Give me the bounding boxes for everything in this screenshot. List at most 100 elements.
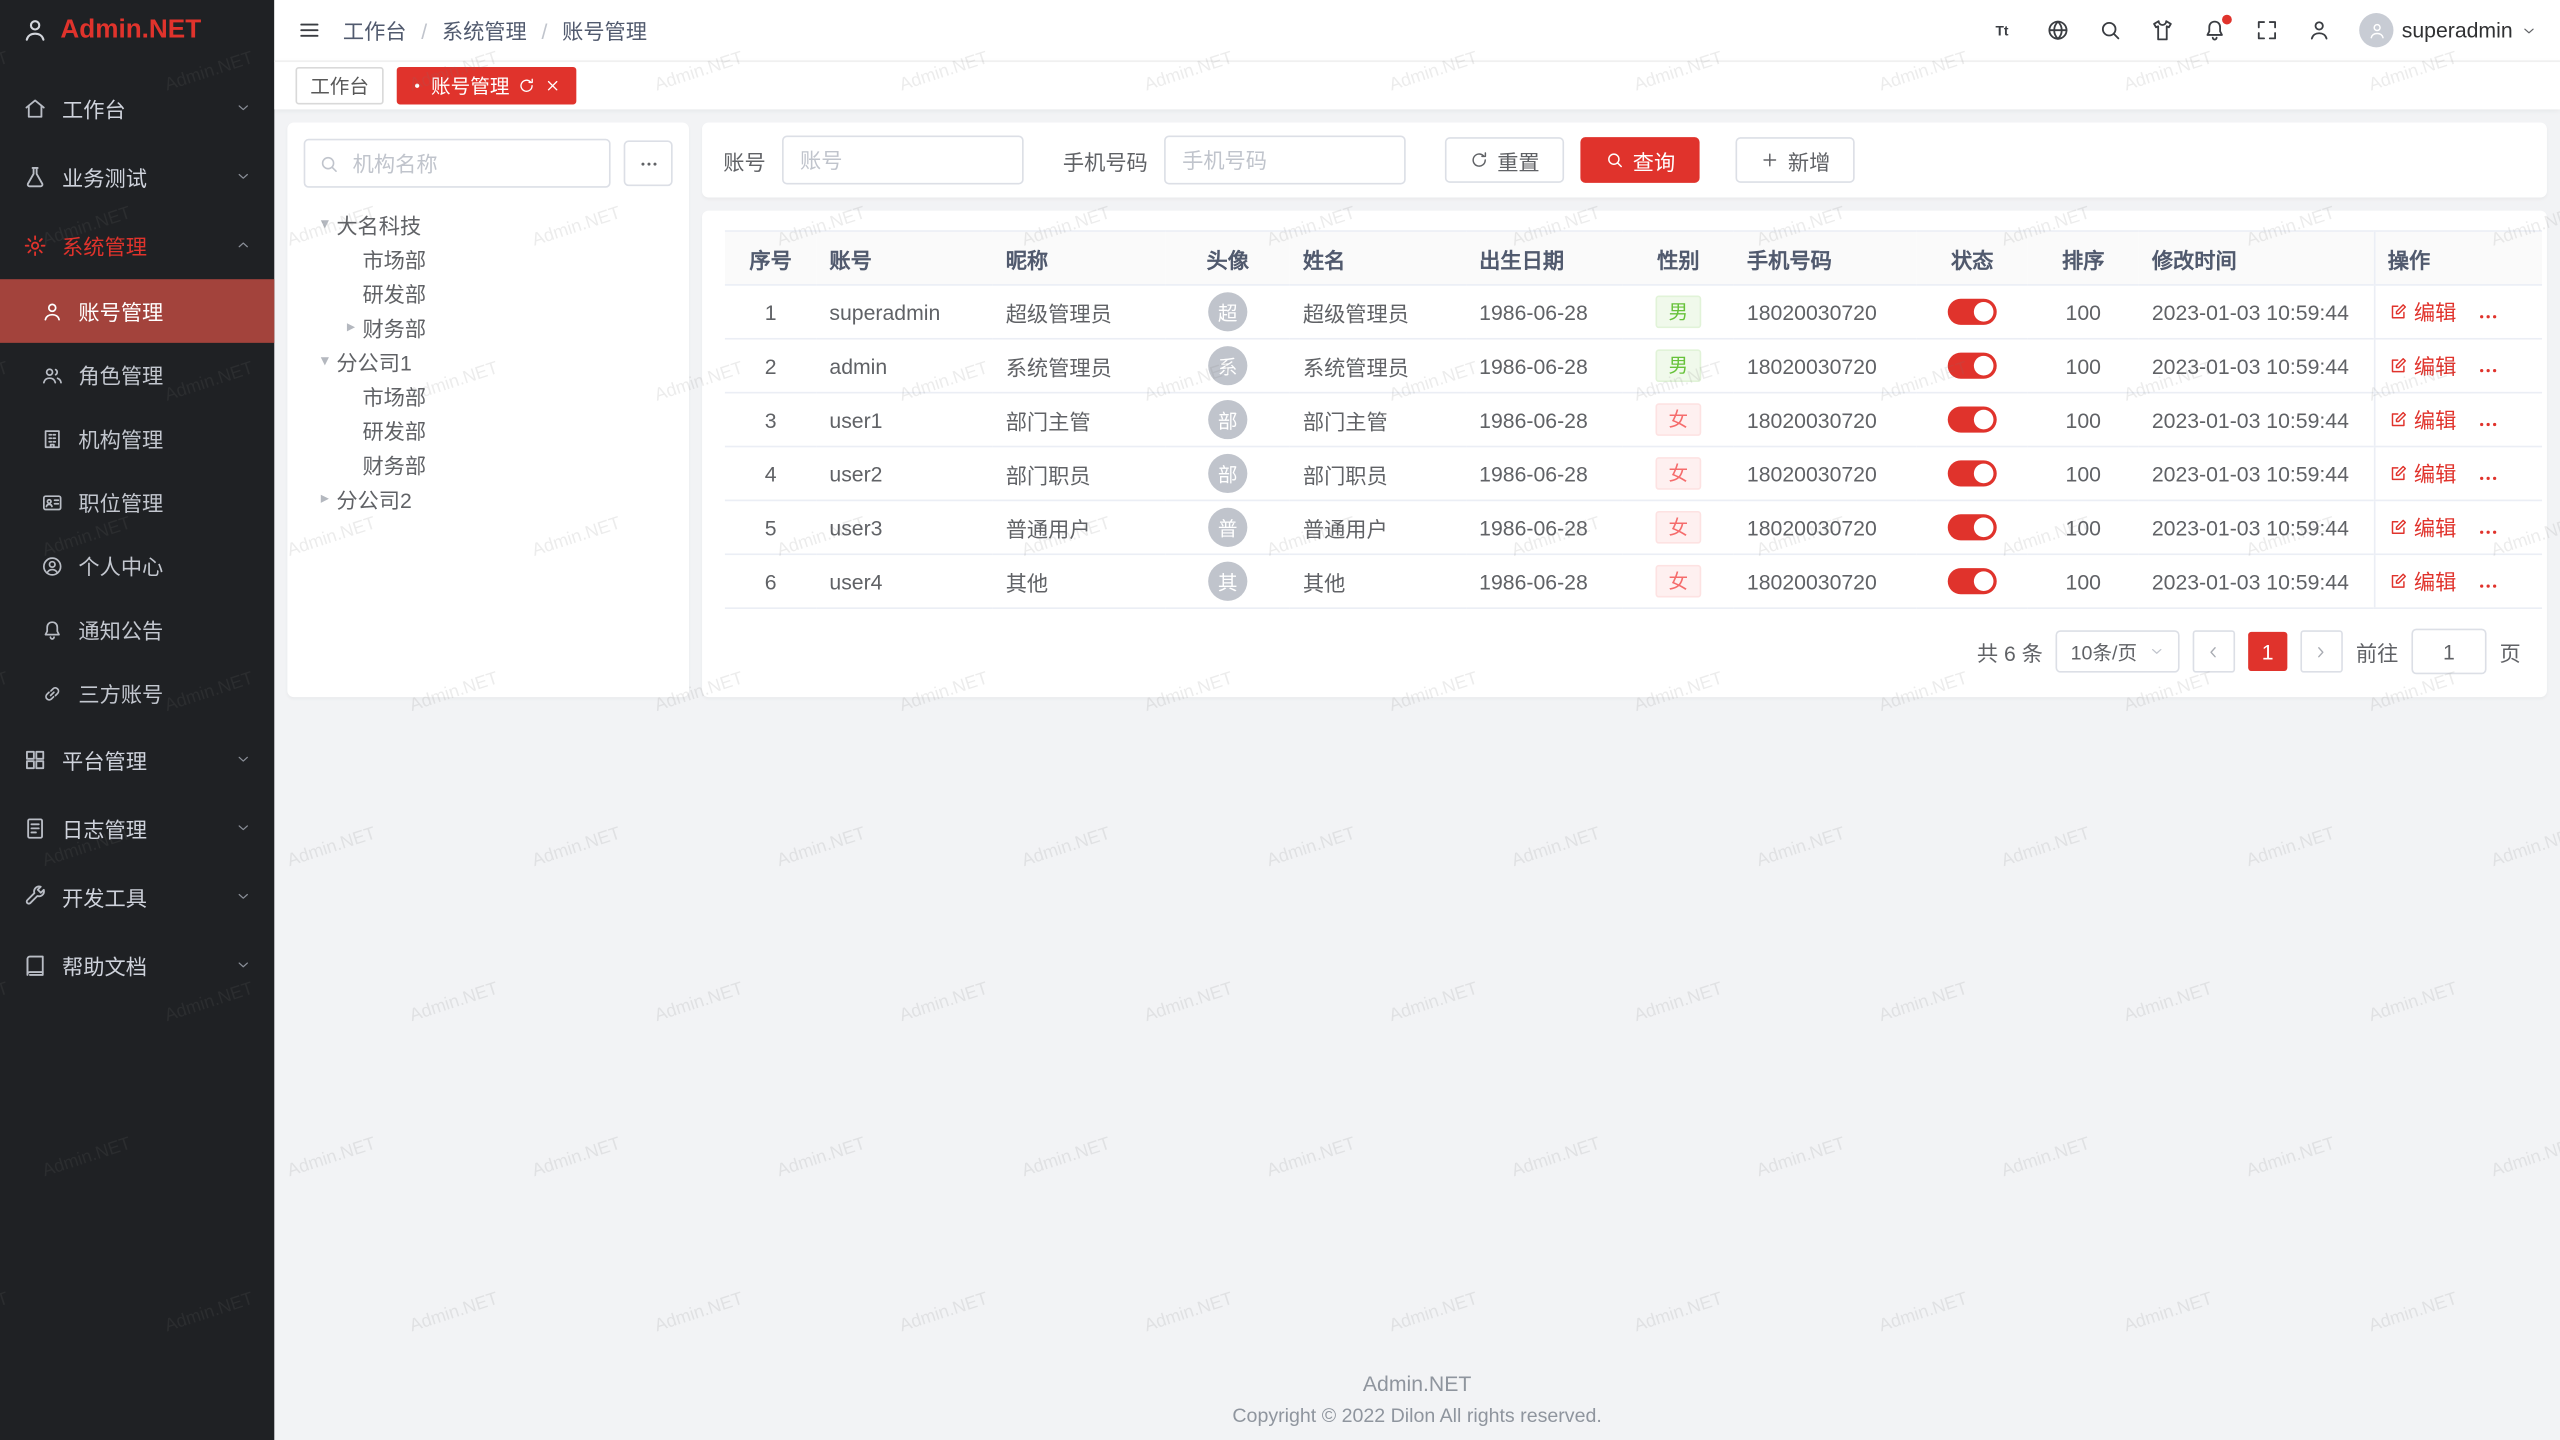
more-actions-button[interactable] [2476,305,2499,328]
notification-bell-icon[interactable] [2203,18,2227,42]
edit-button[interactable]: 编辑 [2388,404,2457,435]
column-header: 昵称 [993,231,1166,285]
tree-node[interactable]: ▾分公司1 [304,344,673,378]
prev-page-button[interactable] [2193,630,2235,672]
tree-node[interactable]: 市场部 [304,379,673,413]
next-page-button[interactable] [2300,630,2342,672]
edit-button[interactable]: 编辑 [2388,512,2457,543]
cell-status [1917,339,2028,393]
breadcrumb: 工作台 系统管理 账号管理 [343,15,647,46]
sidebar-item-org-management[interactable]: 机构管理 [0,407,274,471]
more-actions-button[interactable] [2476,574,2499,597]
tree-node[interactable]: ▸财务部 [304,310,673,344]
chevron-down-icon [235,888,251,904]
column-header: 排序 [2028,231,2139,285]
toggle-knob [1974,410,1994,430]
sidebar-item-label: 日志管理 [62,812,220,843]
sidebar-item-account-management[interactable]: 账号管理 [0,279,274,343]
chevron-down-icon [235,100,251,116]
avatar: 部 [1208,454,1247,493]
sidebar-item-label: 帮助文档 [62,949,220,980]
profile-icon[interactable] [2307,18,2331,42]
fullscreen-icon[interactable] [2255,18,2279,42]
tree-node[interactable]: 研发部 [304,276,673,310]
tree-node[interactable]: ▸分公司2 [304,482,673,516]
status-toggle[interactable] [1948,515,1997,541]
page-size-select[interactable]: 10条/页 [2056,630,2180,672]
gender-tag: 女 [1655,403,1701,436]
more-actions-button[interactable] [2476,520,2499,543]
page-number-1[interactable]: 1 [2248,632,2287,671]
sidebar-item-platform-management[interactable]: 平台管理 [0,725,274,794]
breadcrumb-item-system-management[interactable]: 系统管理 [407,15,527,46]
tree-node[interactable]: 市场部 [304,242,673,276]
globe-icon[interactable] [2046,18,2070,42]
goto-page-input[interactable] [2411,629,2486,675]
tree-node[interactable]: ▾大名科技 [304,207,673,241]
org-more-button[interactable] [624,140,673,186]
cell-nickname: 普通用户 [993,500,1166,554]
add-button[interactable]: 新增 [1736,137,1855,183]
cell-avatar: 普 [1166,500,1290,554]
column-header: 序号 [725,231,816,285]
tree-caret-icon[interactable]: ▸ [313,490,336,508]
query-bar: 账号 手机号码 重置 查询 [702,122,2547,197]
tree-caret-icon[interactable]: ▾ [313,353,336,371]
logo[interactable]: Admin.NET [0,0,274,60]
cell-nickname: 部门职员 [993,447,1166,501]
user-menu[interactable]: superadmin [2359,13,2537,47]
sidebar-item-dev-tools[interactable]: 开发工具 [0,862,274,931]
chevron-down-icon [235,168,251,184]
close-icon[interactable] [544,77,562,95]
sidebar-item-workbench[interactable]: 工作台 [0,73,274,142]
phone-input[interactable] [1164,136,1406,185]
table-header-row: 序号账号昵称头像姓名出生日期性别手机号码状态排序修改时间备注操作 [725,231,2541,285]
sidebar-item-business-test[interactable]: 业务测试 [0,142,274,211]
org-search-input[interactable] [349,149,596,177]
more-actions-button[interactable] [2476,412,2499,435]
cell-phone: 18020030720 [1734,339,1917,393]
sidebar-item-personal-center[interactable]: 个人中心 [0,534,274,598]
edit-button[interactable]: 编辑 [2388,566,2457,597]
edit-button[interactable]: 编辑 [2388,458,2457,489]
account-input[interactable] [782,136,1024,185]
status-toggle[interactable] [1948,461,1997,487]
cell-gender: 女 [1623,554,1734,608]
more-actions-button[interactable] [2476,466,2499,489]
hamburger-menu-icon[interactable] [297,18,321,42]
theme-shirt-icon[interactable] [2150,18,2174,42]
reset-button[interactable]: 重置 [1445,137,1564,183]
sidebar-item-role-management[interactable]: 角色管理 [0,343,274,407]
tab-account-management[interactable]: 账号管理 [397,67,577,105]
search-icon[interactable] [2098,18,2122,42]
sidebar-item-system-management[interactable]: 系统管理 [0,211,274,280]
breadcrumb-item-account-management[interactable]: 账号管理 [527,15,647,46]
sidebar-item-position-management[interactable]: 职位管理 [0,470,274,534]
sidebar-item-notice-announcement[interactable]: 通知公告 [0,598,274,662]
tab-workbench[interactable]: 工作台 [296,67,384,105]
edit-button[interactable]: 编辑 [2388,350,2457,381]
refresh-icon [1469,150,1489,170]
accounts-table: 序号账号昵称头像姓名出生日期性别手机号码状态排序修改时间备注操作 1supera… [725,230,2541,609]
sidebar-item-log-management[interactable]: 日志管理 [0,793,274,862]
more-actions-button[interactable] [2476,358,2499,381]
sidebar-item-help-docs[interactable]: 帮助文档 [0,931,274,1000]
tree-caret-icon[interactable]: ▸ [340,318,363,336]
edit-button[interactable]: 编辑 [2388,296,2457,327]
search-button[interactable]: 查询 [1580,137,1699,183]
status-toggle[interactable] [1948,299,1997,325]
column-header: 性别 [1623,231,1734,285]
status-toggle[interactable] [1948,569,1997,595]
tree-node[interactable]: 研发部 [304,413,673,447]
tree-node[interactable]: 财务部 [304,447,673,481]
sidebar-item-third-party-account[interactable]: 三方账号 [0,661,274,725]
cell-modified: 2023-01-03 10:59:44 [2139,393,2374,447]
status-toggle[interactable] [1948,353,1997,379]
cell-nickname: 超级管理员 [993,285,1166,339]
breadcrumb-item-workbench[interactable]: 工作台 [343,15,407,46]
username: superadmin [2402,18,2513,42]
font-size-icon[interactable]: Tt [1994,18,2018,42]
tree-caret-icon[interactable]: ▾ [313,216,336,234]
refresh-icon[interactable] [518,77,536,95]
status-toggle[interactable] [1948,407,1997,433]
